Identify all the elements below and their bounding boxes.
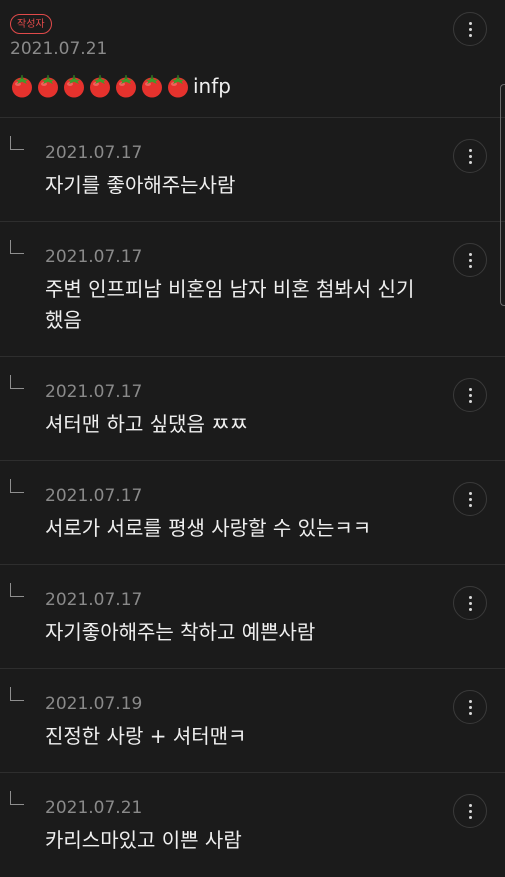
reply-arrow-icon	[10, 136, 24, 150]
comment-text: infp	[193, 74, 231, 98]
dot-icon	[468, 21, 472, 25]
dot-icon	[468, 705, 472, 709]
tomato-icon	[36, 74, 60, 98]
dot-icon	[468, 252, 472, 256]
author-comment: 작성자 2021.07.21 infp	[0, 0, 505, 118]
comment-thread: 작성자 2021.07.21 infp 2021.07.17 자기를 좋아해주는…	[0, 0, 505, 877]
reply-item: 2021.07.17 자기를 좋아해주는사람	[0, 118, 505, 222]
dot-icon	[468, 154, 472, 158]
dot-icon	[468, 27, 472, 31]
reply-text: 자기좋아해주는 착하고 예쁜사람	[45, 620, 316, 644]
more-options-button[interactable]	[453, 12, 487, 46]
reply-date: 2021.07.19	[45, 694, 143, 714]
dot-icon	[468, 711, 472, 715]
tomato-icon	[114, 74, 138, 98]
comment-date: 2021.07.21	[10, 39, 108, 59]
more-options-button[interactable]	[453, 243, 487, 277]
dot-icon	[468, 148, 472, 152]
more-options-button[interactable]	[453, 378, 487, 412]
dot-icon	[468, 258, 472, 262]
reply-arrow-icon	[10, 583, 24, 597]
more-options-button[interactable]	[453, 690, 487, 724]
reply-date: 2021.07.21	[45, 798, 143, 818]
more-options-button[interactable]	[453, 794, 487, 828]
reply-arrow-icon	[10, 375, 24, 389]
reply-text: 진정한 사랑 + 셔터맨ㅋ	[45, 724, 247, 748]
dot-icon	[468, 497, 472, 501]
reply-item: 2021.07.17 자기좋아해주는 착하고 예쁜사람	[0, 565, 505, 669]
more-options-button[interactable]	[453, 586, 487, 620]
reply-text: 셔터맨 하고 싶댔음 ㅉㅉ	[45, 412, 249, 436]
dot-icon	[468, 803, 472, 807]
reply-item: 2021.07.17 셔터맨 하고 싶댔음 ㅉㅉ	[0, 357, 505, 461]
reply-text: 카리스마있고 이쁜 사람	[45, 828, 242, 852]
reply-date: 2021.07.17	[45, 143, 143, 163]
dot-icon	[468, 160, 472, 164]
reply-item: 2021.07.17 서로가 서로를 평생 사랑할 수 있는ㅋㅋ	[0, 461, 505, 565]
dot-icon	[468, 491, 472, 495]
reply-text: 서로가 서로를 평생 사랑할 수 있는ㅋㅋ	[45, 516, 372, 540]
tomato-icon	[140, 74, 164, 98]
reply-item: 2021.07.19 진정한 사랑 + 셔터맨ㅋ	[0, 669, 505, 773]
reply-text: 자기를 좋아해주는사람	[45, 173, 236, 197]
tomato-icon	[88, 74, 112, 98]
reply-arrow-icon	[10, 479, 24, 493]
scrollbar[interactable]	[500, 84, 505, 306]
dot-icon	[468, 607, 472, 611]
dot-icon	[468, 503, 472, 507]
comment-body: infp	[10, 72, 231, 100]
dot-icon	[468, 264, 472, 268]
dot-icon	[468, 699, 472, 703]
dot-icon	[468, 387, 472, 391]
reply-item: 2021.07.17 주변 인프피남 비혼임 남자 비혼 첨봐서 신기했음	[0, 222, 505, 357]
more-options-button[interactable]	[453, 482, 487, 516]
tomato-emoji-row	[10, 74, 192, 98]
tomato-icon	[62, 74, 86, 98]
dot-icon	[468, 399, 472, 403]
dot-icon	[468, 33, 472, 37]
reply-date: 2021.07.17	[45, 486, 143, 506]
dot-icon	[468, 601, 472, 605]
author-badge: 작성자	[10, 14, 52, 34]
reply-item: 2021.07.21 카리스마있고 이쁜 사람	[0, 773, 505, 877]
dot-icon	[468, 809, 472, 813]
tomato-icon	[10, 74, 34, 98]
reply-arrow-icon	[10, 687, 24, 701]
reply-arrow-icon	[10, 791, 24, 805]
reply-date: 2021.07.17	[45, 590, 143, 610]
reply-arrow-icon	[10, 240, 24, 254]
reply-text: 주변 인프피남 비혼임 남자 비혼 첨봐서 신기했음	[45, 277, 415, 332]
dot-icon	[468, 595, 472, 599]
dot-icon	[468, 393, 472, 397]
tomato-icon	[166, 74, 190, 98]
dot-icon	[468, 815, 472, 819]
reply-date: 2021.07.17	[45, 382, 143, 402]
reply-date: 2021.07.17	[45, 247, 143, 267]
more-options-button[interactable]	[453, 139, 487, 173]
